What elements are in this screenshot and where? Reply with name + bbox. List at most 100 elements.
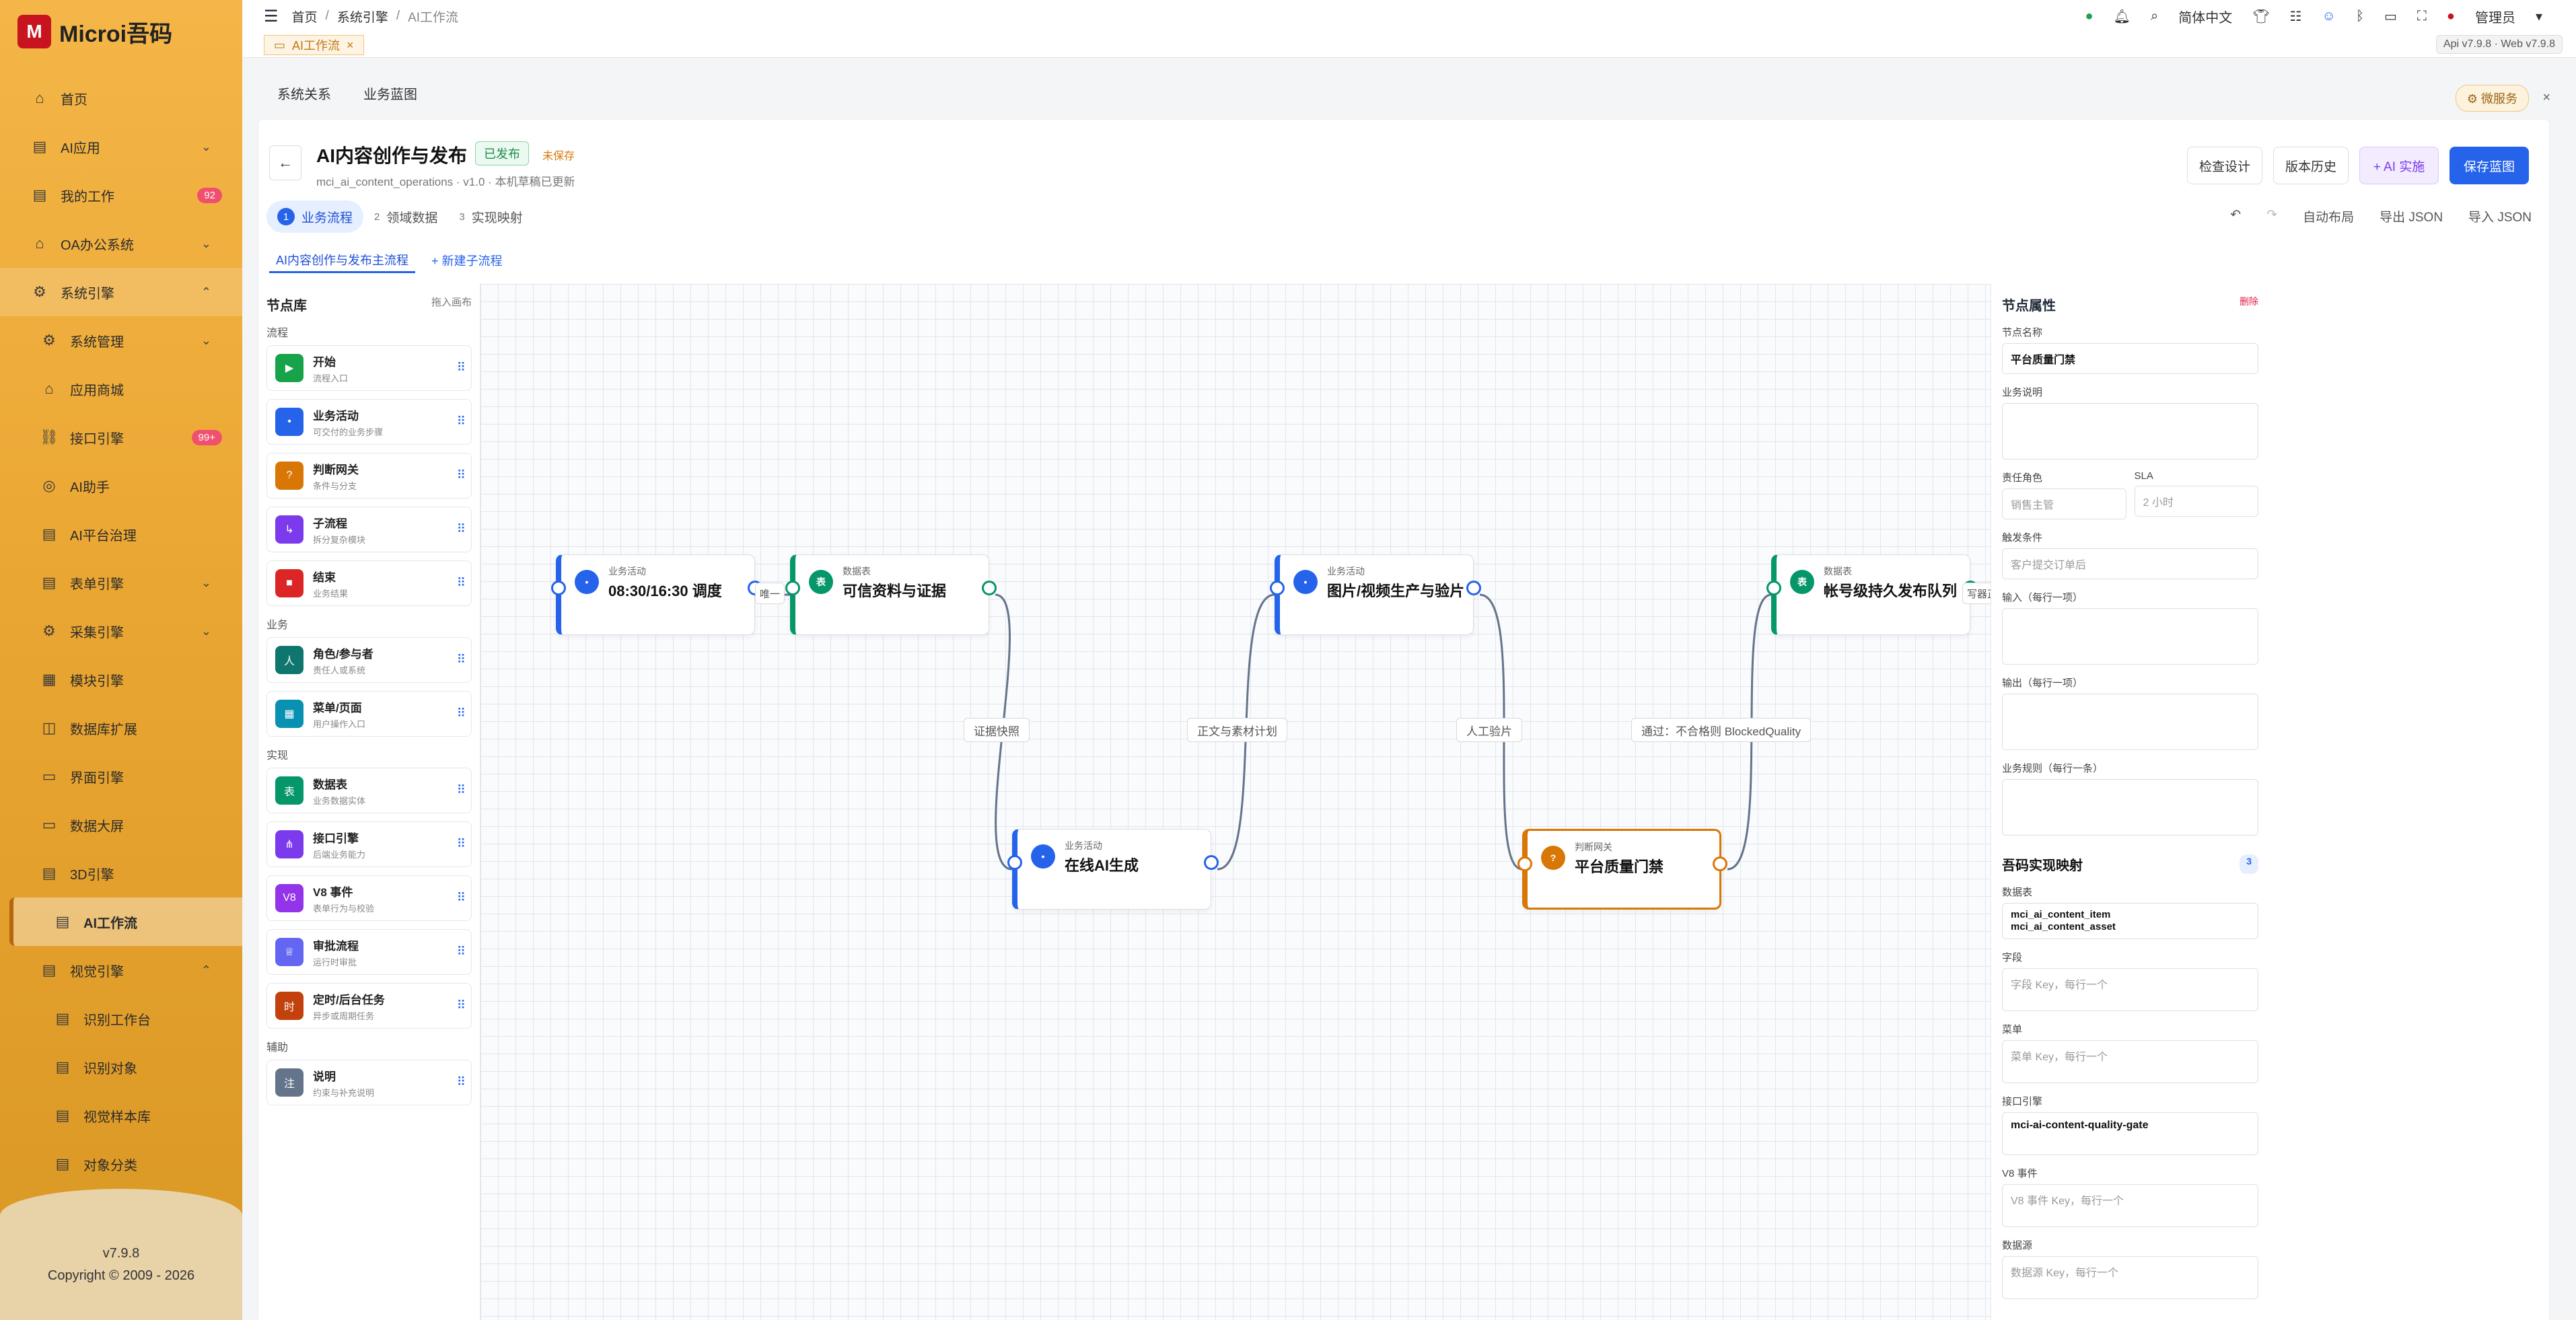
version-history-button[interactable]: 版本历史 (2273, 147, 2349, 184)
input-port[interactable] (1517, 856, 1532, 871)
sidebar-item[interactable]: ⚙ 采集引擎 ⌄ (0, 607, 242, 655)
sidebar-item[interactable]: ▤ 识别对象 (0, 1043, 242, 1091)
edge-label[interactable]: 写器正 (1962, 583, 1991, 604)
palette-item[interactable]: ▦ 菜单/页面 用户操作入口 ⠿ (266, 691, 472, 737)
input-port[interactable] (1270, 581, 1285, 595)
flow-canvas[interactable]: • 业务活动 08:30/16:30 调度表数据表 可信资料与证据 • 业务活动 在线AI生… (480, 284, 1991, 1320)
auto-layout-button[interactable]: 自动布局 (2303, 207, 2354, 225)
wechat-icon[interactable]: ● (2085, 9, 2094, 24)
chevron-icon[interactable]: ⌄ (201, 237, 211, 251)
drag-handle-icon[interactable]: ⠿ (457, 891, 466, 905)
check-design-button[interactable]: 检查设计 (2187, 147, 2262, 184)
import-json-button[interactable]: 导入 JSON (2468, 207, 2532, 225)
sidebar-item[interactable]: ▤ 视觉样本库 (0, 1091, 242, 1140)
logo[interactable]: M Microi吾码 (17, 15, 172, 48)
chevron-icon[interactable]: ⌄ (201, 334, 211, 348)
theme-icon[interactable]: 👕︎ (2252, 8, 2269, 25)
palette-item[interactable]: ⋔ 接口引擎 后端业务能力 ⠿ (266, 821, 472, 867)
search-icon[interactable]: ⌕ (2151, 9, 2158, 24)
sidebar-item[interactable]: ▤ AI应用 ⌄ (0, 122, 242, 171)
palette-item[interactable]: 时定时/后台任务 异步或周期任务 ⠿ (266, 983, 472, 1029)
sidebar-item[interactable]: ▤ AI工作流 (9, 897, 242, 946)
node-description-input[interactable] (2002, 403, 2258, 460)
edge-label[interactable]: 唯一 (755, 583, 785, 604)
drag-handle-icon[interactable]: ⠿ (457, 783, 466, 797)
undo-icon[interactable]: ↶ (2230, 207, 2241, 225)
output-port[interactable] (1204, 855, 1219, 870)
palette-item[interactable]: ■ 结束 业务结果 ⠿ (266, 560, 472, 606)
sidebar-item[interactable]: ▤ 表单引擎 ⌄ (0, 558, 242, 607)
microservice-button[interactable]: ⚙ 微服务 (2455, 85, 2529, 112)
bell-icon[interactable]: 🔔︎ (2114, 8, 2131, 25)
rules-textarea[interactable] (2002, 779, 2258, 836)
step-domain-data[interactable]: 2 领域数据 (363, 200, 448, 233)
drag-handle-icon[interactable]: ⠿ (457, 361, 466, 375)
flow-node[interactable]: 表数据表 可信资料与证据 (785, 554, 997, 635)
trigger-input[interactable]: 客户提交订单后 (2002, 548, 2258, 579)
sidebar-item[interactable]: ▤ 视觉引擎 ⌃ (0, 946, 242, 994)
sidebar-item[interactable]: ⌂ OA办公系统 ⌄ (0, 219, 242, 268)
output-port[interactable] (1466, 581, 1481, 595)
back-button[interactable]: ← (269, 145, 301, 180)
sidebar-item[interactable]: ▤ 3D引擎 (0, 849, 242, 897)
sla-input[interactable]: 2 小时 (2134, 486, 2258, 517)
output-port[interactable] (1713, 856, 1727, 871)
monitor-icon[interactable]: ▭ (2384, 8, 2397, 25)
palette-item[interactable]: ? 判断网关 条件与分支 ⠿ (266, 453, 472, 499)
sidebar-item[interactable]: ⌂ 首页 (0, 74, 242, 122)
flow-node[interactable]: • 业务活动 08:30/16:30 调度 (551, 554, 762, 635)
tab-ai-workflow[interactable]: ▭ AI工作流 × (264, 35, 364, 55)
drag-handle-icon[interactable]: ⠿ (457, 414, 466, 429)
assistant-icon[interactable]: ☺ (2322, 9, 2336, 24)
export-json-button[interactable]: 导出 JSON (2380, 207, 2443, 225)
save-blueprint-button[interactable]: 保存蓝图 (2449, 147, 2529, 184)
drag-handle-icon[interactable]: ⠿ (457, 1075, 466, 1089)
drag-handle-icon[interactable]: ⠿ (457, 945, 466, 959)
chevron-icon[interactable]: ⌄ (201, 624, 211, 638)
tab-system-relation[interactable]: 系统关系 (277, 83, 331, 103)
tab-business-blueprint[interactable]: 业务蓝图 (363, 83, 417, 103)
palette-item[interactable]: 表数据表 业务数据实体 ⠿ (266, 768, 472, 813)
sidebar-item[interactable]: ▭ 数据大屏 (0, 801, 242, 849)
palette-item[interactable]: ▶ 开始 流程入口 ⠿ (266, 345, 472, 391)
redo-icon[interactable]: ↷ (2266, 207, 2277, 225)
sidebar-item[interactable]: ▭ 界面引擎 (0, 752, 242, 801)
edge-label[interactable]: 通过：不合格则 BlockedQuality (1631, 718, 1812, 742)
chevron-icon[interactable]: ⌃ (201, 285, 211, 299)
datasource-mapping-input[interactable]: 数据源 Key，每行一个 (2002, 1256, 2258, 1299)
sidebar-item[interactable]: ◎ AI助手 (0, 462, 242, 510)
palette-item[interactable]: ↳ 子流程 拆分复杂模块 ⠿ (266, 507, 472, 552)
delete-node-button[interactable]: 删除 (2240, 295, 2258, 314)
add-subflow-button[interactable]: + 新建子流程 (431, 252, 503, 269)
sidebar-item[interactable]: ▤ 我的工作 92 (0, 171, 242, 219)
edge-label[interactable]: 正文与素材计划 (1187, 718, 1287, 742)
palette-item[interactable]: 注说明 约束与补充说明 ⠿ (266, 1060, 472, 1105)
sidebar-item[interactable]: ▤ 识别工作台 (0, 994, 242, 1043)
inputs-textarea[interactable] (2002, 608, 2258, 665)
tab-main-flow[interactable]: AI内容创作与发布主流程 (269, 248, 416, 273)
user-name[interactable]: 管理员 (2475, 7, 2515, 26)
drag-handle-icon[interactable]: ⠿ (457, 522, 466, 536)
sidebar-item[interactable]: ⛓ 接口引擎 99+ (0, 413, 242, 462)
edge-label[interactable]: 人工验片 (1456, 718, 1522, 742)
avatar[interactable]: ● (2447, 9, 2455, 24)
settings-sliders-icon[interactable]: ☷ (2290, 8, 2302, 25)
sidebar-item[interactable]: ◫ 数据库扩展 (0, 704, 242, 752)
input-port[interactable] (1007, 855, 1022, 870)
api-mapping-input[interactable]: mci-ai-content-quality-gate (2002, 1112, 2258, 1155)
drag-handle-icon[interactable]: ⠿ (457, 653, 466, 667)
close-icon[interactable]: × (347, 38, 354, 52)
breadcrumb-item[interactable]: 首页 (292, 7, 318, 26)
chevron-down-icon[interactable]: ▾ (2536, 8, 2542, 25)
palette-item[interactable]: 人角色/参与者 责任人或系统 ⠿ (266, 637, 472, 683)
step-business-flow[interactable]: 1 业务流程 (266, 200, 364, 233)
input-port[interactable] (551, 581, 566, 595)
bluetooth-icon[interactable]: ᛒ (2356, 9, 2364, 24)
outputs-textarea[interactable] (2002, 694, 2258, 750)
menu-toggle-icon[interactable]: ☰ (264, 7, 279, 26)
drag-handle-icon[interactable]: ⠿ (457, 837, 466, 851)
sidebar-item[interactable]: ⚙ 系统引擎 ⌃ (0, 268, 242, 316)
sidebar-item[interactable]: ⌂ 应用商城 (0, 365, 242, 413)
fullscreen-icon[interactable]: ⛶ (2417, 9, 2427, 24)
menu-mapping-input[interactable]: 菜单 Key，每行一个 (2002, 1040, 2258, 1083)
